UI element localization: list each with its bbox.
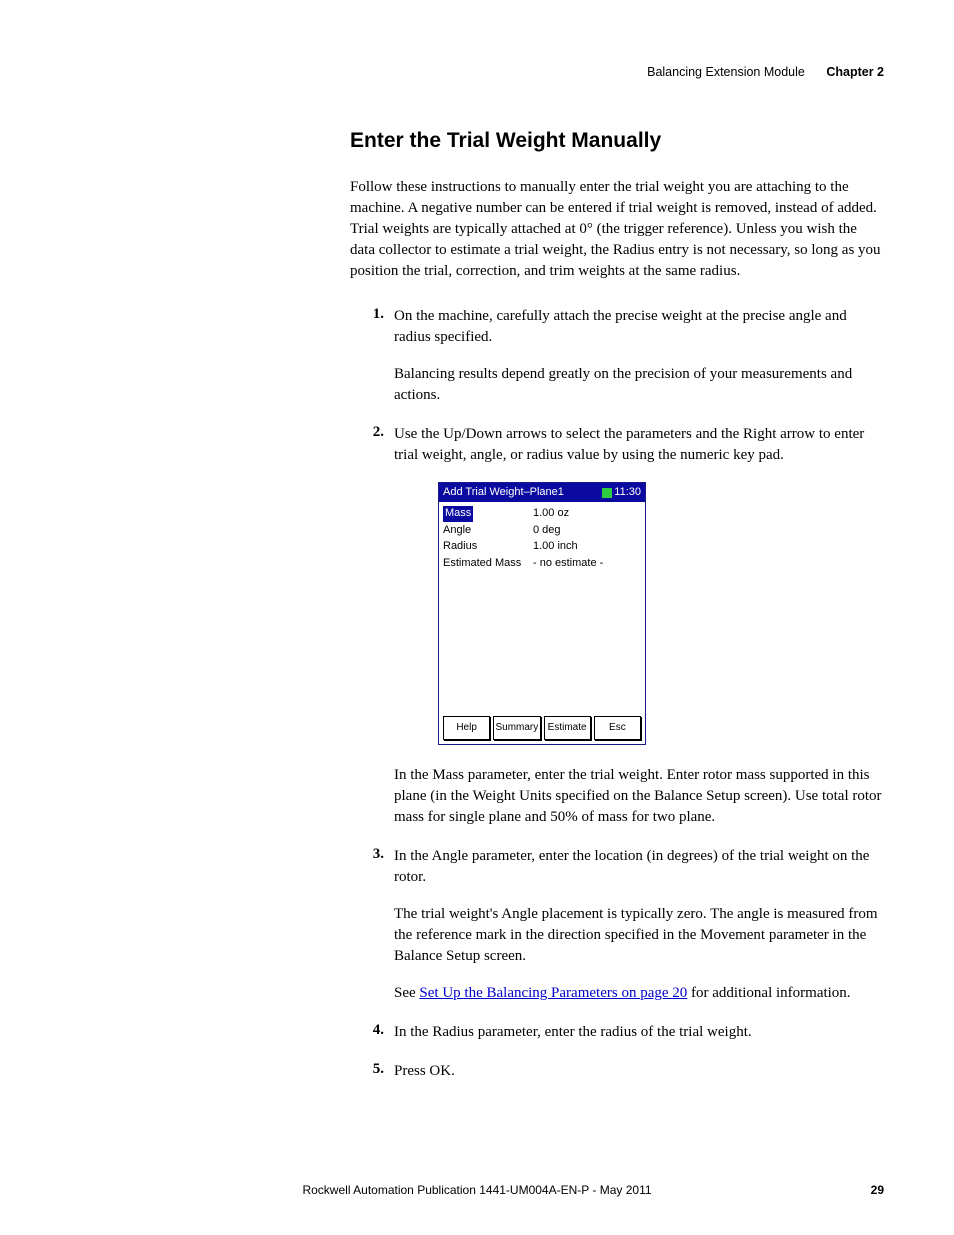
header-chapter: Chapter 2 xyxy=(826,65,884,79)
device-label: Angle xyxy=(443,523,533,538)
device-time: 11:30 xyxy=(614,485,641,500)
device-screenshot: Add Trial Weight–Plane1 11:30 Mass 1.00 … xyxy=(438,482,646,745)
step-3: 3. In the Angle parameter, enter the loc… xyxy=(350,846,884,1004)
balancing-parameters-link[interactable]: Set Up the Balancing Parameters on page … xyxy=(419,985,687,1001)
step-text: Use the Up/Down arrows to select the par… xyxy=(394,424,884,466)
step-body: Use the Up/Down arrows to select the par… xyxy=(394,424,884,828)
step-text: On the machine, carefully attach the pre… xyxy=(394,306,884,348)
intro-paragraph: Follow these instructions to manually en… xyxy=(350,177,884,282)
device-label: Estimated Mass xyxy=(443,556,533,571)
step-body: On the machine, carefully attach the pre… xyxy=(394,306,884,406)
step-text: In the Mass parameter, enter the trial w… xyxy=(394,765,884,828)
step-body: Press OK. xyxy=(394,1061,884,1082)
step-text: Balancing results depend greatly on the … xyxy=(394,364,884,406)
step-4: 4. In the Radius parameter, enter the ra… xyxy=(350,1022,884,1043)
device-value: 0 deg xyxy=(533,523,641,538)
device-estimate-button[interactable]: Estimate xyxy=(544,716,591,740)
device-title-right: 11:30 xyxy=(600,485,641,500)
footer-page-number: 29 xyxy=(871,1183,884,1197)
section-title: Enter the Trial Weight Manually xyxy=(350,129,884,153)
device-frame: Add Trial Weight–Plane1 11:30 Mass 1.00 … xyxy=(438,482,646,745)
step-text: See Set Up the Balancing Parameters on p… xyxy=(394,983,884,1004)
step-1: 1. On the machine, carefully attach the … xyxy=(350,306,884,406)
device-row-radius: Radius 1.00 inch xyxy=(443,539,641,554)
step-number: 5. xyxy=(350,1061,394,1078)
content: Enter the Trial Weight Manually Follow t… xyxy=(350,129,884,1082)
device-value: - no estimate - xyxy=(533,556,641,571)
step-text: Press OK. xyxy=(394,1061,884,1082)
device-help-button[interactable]: Help xyxy=(443,716,490,740)
footer-publication: Rockwell Automation Publication 1441-UM0… xyxy=(0,1183,954,1197)
step-text: The trial weight's Angle placement is ty… xyxy=(394,904,884,967)
page-footer: Rockwell Automation Publication 1441-UM0… xyxy=(0,1183,954,1197)
battery-icon xyxy=(602,488,612,498)
device-row-mass: Mass 1.00 oz xyxy=(443,506,641,521)
step-number: 1. xyxy=(350,306,394,323)
header-section: Balancing Extension Module xyxy=(647,65,805,79)
device-title: Add Trial Weight–Plane1 xyxy=(443,485,564,500)
page-header: Balancing Extension Module Chapter 2 xyxy=(60,65,894,79)
device-titlebar: Add Trial Weight–Plane1 11:30 xyxy=(439,483,645,502)
text-fragment: for additional information. xyxy=(687,985,850,1001)
page: Balancing Extension Module Chapter 2 Ent… xyxy=(0,0,954,1235)
step-text: In the Angle parameter, enter the locati… xyxy=(394,846,884,888)
device-row-angle: Angle 0 deg xyxy=(443,523,641,538)
step-body: In the Angle parameter, enter the locati… xyxy=(394,846,884,1004)
device-value: 1.00 inch xyxy=(533,539,641,554)
device-label: Radius xyxy=(443,539,533,554)
device-summary-button[interactable]: Summary xyxy=(493,716,540,740)
device-body: Mass 1.00 oz Angle 0 deg Radius 1.00 inc… xyxy=(439,502,645,712)
step-number: 3. xyxy=(350,846,394,863)
device-label: Mass xyxy=(443,506,473,521)
text-fragment: See xyxy=(394,985,419,1001)
step-number: 4. xyxy=(350,1022,394,1039)
device-value: 1.00 oz xyxy=(533,506,641,521)
step-text: In the Radius parameter, enter the radiu… xyxy=(394,1022,884,1043)
device-row-estimated: Estimated Mass - no estimate - xyxy=(443,556,641,571)
step-body: In the Radius parameter, enter the radiu… xyxy=(394,1022,884,1043)
step-5: 5. Press OK. xyxy=(350,1061,884,1082)
device-buttons: Help Summary Estimate Esc xyxy=(439,712,645,744)
step-number: 2. xyxy=(350,424,394,441)
step-2: 2. Use the Up/Down arrows to select the … xyxy=(350,424,884,828)
device-esc-button[interactable]: Esc xyxy=(594,716,641,740)
